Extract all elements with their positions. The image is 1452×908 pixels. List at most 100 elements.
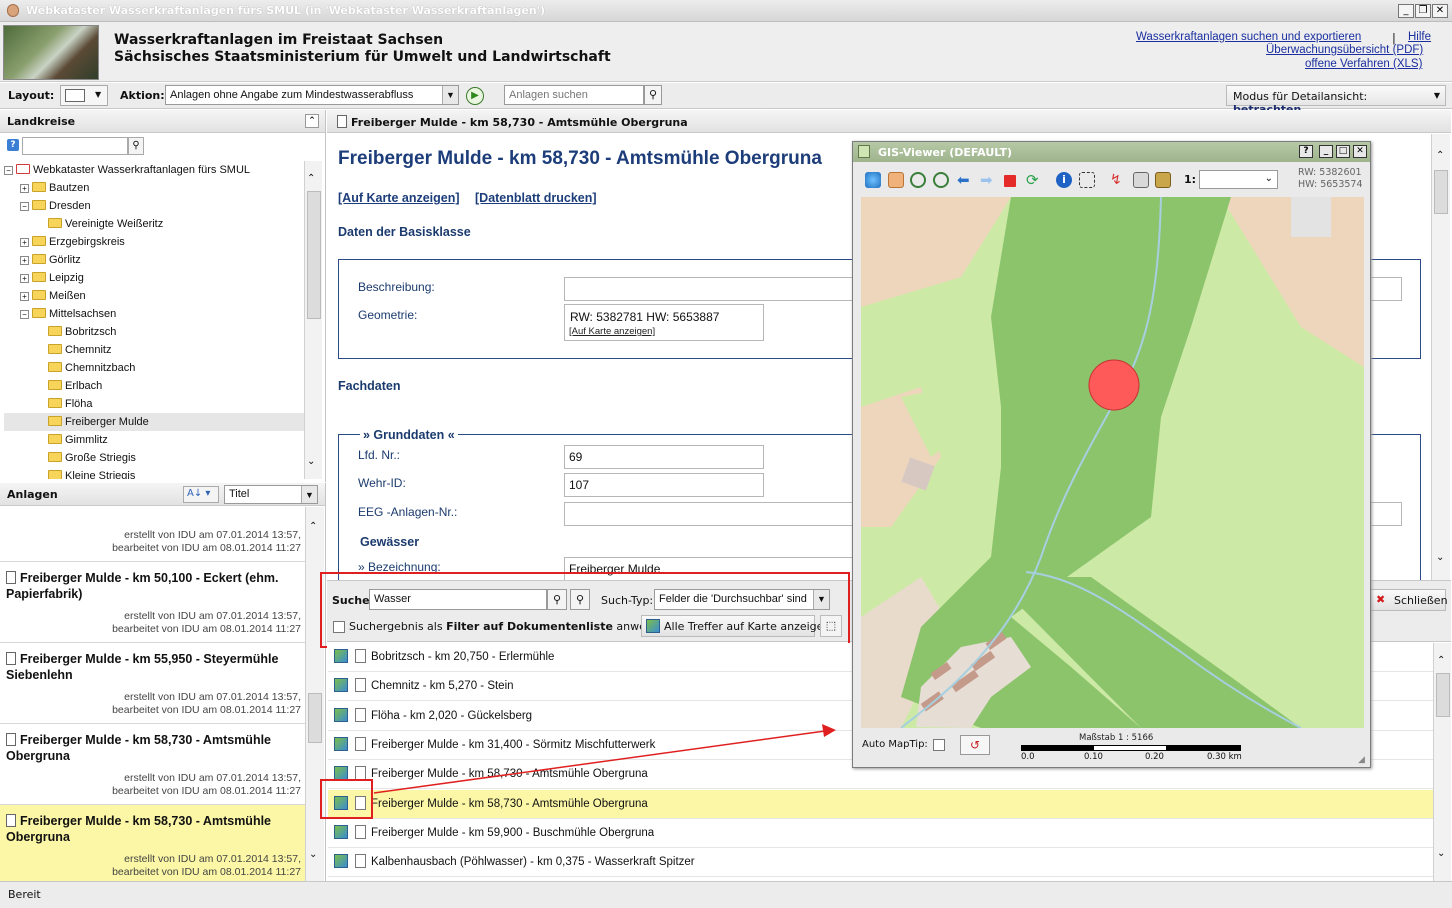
- chevron-down-icon[interactable]: ⌄: [1436, 552, 1444, 563]
- globe-icon[interactable]: [865, 172, 881, 188]
- chevron-up-icon[interactable]: ⌃: [1436, 150, 1444, 161]
- gis-scale-select[interactable]: ⌄: [1199, 170, 1278, 189]
- tree-item[interactable]: Chemnitz: [4, 341, 304, 359]
- chevron-down-icon[interactable]: ⌄: [1437, 848, 1445, 859]
- open-xls-link[interactable]: offene Verfahren (XLS): [1305, 58, 1422, 70]
- layout-selector[interactable]: ▼: [60, 85, 108, 106]
- gis-map-canvas[interactable]: [861, 197, 1364, 728]
- anlage-card[interactable]: Freiberger Mulde - km 50,100 - Eckert (e…: [0, 562, 305, 643]
- print-datasheet-link[interactable]: [Datenblatt drucken]: [475, 191, 597, 205]
- back-arrow-icon[interactable]: ⬅: [957, 172, 973, 188]
- tree-item[interactable]: + Erzgebirgskreis: [4, 233, 304, 251]
- expand-icon[interactable]: +: [20, 292, 29, 301]
- tree-item[interactable]: Freiberger Mulde: [4, 413, 304, 431]
- tree-item[interactable]: + Görlitz: [4, 251, 304, 269]
- search-icon[interactable]: ⚲: [128, 137, 144, 155]
- action-select[interactable]: Anlagen ohne Angabe zum Mindestwasserabf…: [165, 85, 459, 105]
- chevron-up-icon[interactable]: ⌃: [1437, 655, 1445, 666]
- map-icon[interactable]: [334, 649, 348, 663]
- document-icon[interactable]: [355, 854, 366, 869]
- resize-grip-icon[interactable]: ◢: [1358, 755, 1365, 765]
- layers-icon[interactable]: [1155, 172, 1171, 188]
- collapse-up-icon[interactable]: ⌃: [305, 114, 319, 128]
- refresh-icon[interactable]: ⟳: [1026, 172, 1042, 188]
- pan-hand-icon[interactable]: [888, 172, 904, 188]
- scroll-thumb[interactable]: [1436, 673, 1450, 717]
- landkreise-filter-input[interactable]: [22, 137, 128, 155]
- tree-item[interactable]: − Mittelsachsen: [4, 305, 304, 323]
- restore-button[interactable]: ❐: [1415, 4, 1431, 18]
- collapse-icon[interactable]: −: [20, 310, 29, 319]
- overview-pdf-link[interactable]: Überwachungsübersicht (PDF): [1266, 44, 1423, 56]
- scroll-thumb[interactable]: [1434, 170, 1448, 214]
- collapse-icon[interactable]: −: [20, 202, 29, 211]
- info-icon[interactable]: i: [1056, 172, 1072, 188]
- stop-icon[interactable]: [1004, 175, 1016, 187]
- maptip-checkbox[interactable]: [933, 739, 945, 751]
- chevron-up-icon[interactable]: ⌃: [309, 521, 317, 532]
- anlage-card[interactable]: Freiberger Mulde - km 55,950 - Steyermüh…: [0, 643, 305, 724]
- document-icon[interactable]: [355, 824, 366, 839]
- minimize-button[interactable]: _: [1398, 4, 1414, 18]
- mode-selector[interactable]: Modus für Detailansicht: betrachten ▼: [1226, 85, 1446, 116]
- expand-icon[interactable]: +: [20, 184, 29, 193]
- sort-order-icon[interactable]: A↓ ▾: [183, 486, 219, 503]
- document-icon[interactable]: [355, 736, 366, 751]
- measure-icon[interactable]: ↯: [1110, 172, 1126, 188]
- geometrie-map-link[interactable]: [Auf Karte anzeigen]: [569, 326, 655, 337]
- zoom-out-icon[interactable]: [933, 172, 949, 188]
- help-icon[interactable]: ?: [7, 139, 19, 151]
- gis-maximize-button[interactable]: □: [1336, 145, 1350, 158]
- map-icon[interactable]: [334, 678, 348, 693]
- anlage-card[interactable]: erstellt von IDU am 07.01.2014 13:57, bea…: [0, 507, 305, 562]
- scroll-thumb[interactable]: [308, 693, 322, 743]
- collapse-icon[interactable]: −: [4, 166, 13, 175]
- gis-minimize-button[interactable]: _: [1319, 145, 1333, 158]
- map-icon[interactable]: [334, 707, 348, 722]
- select-icon[interactable]: [1079, 172, 1095, 188]
- tree-item[interactable]: Flöha: [4, 395, 304, 413]
- tree-item[interactable]: + Leipzig: [4, 269, 304, 287]
- detail-scrollbar[interactable]: ⌃ ⌄: [1431, 134, 1450, 580]
- tree-item[interactable]: Gimmlitz: [4, 431, 304, 449]
- anlage-card[interactable]: Freiberger Mulde - km 58,730 - Amtsmühle…: [0, 724, 305, 805]
- chevron-down-icon[interactable]: ⌄: [309, 849, 317, 860]
- tree-item[interactable]: − Dresden: [4, 197, 304, 215]
- forward-arrow-icon[interactable]: ➡: [980, 172, 996, 188]
- tree-item[interactable]: Große Striegis: [4, 449, 304, 467]
- wehr-field[interactable]: 107: [564, 473, 764, 497]
- detail-tab[interactable]: Freiberger Mulde - km 58,730 - Amtsmühle…: [327, 110, 1451, 133]
- close-detail-button[interactable]: ✖ Schließen: [1369, 589, 1448, 611]
- tree-item[interactable]: + Meißen: [4, 287, 304, 305]
- run-action-button[interactable]: ▶: [466, 87, 484, 105]
- help-link[interactable]: Hilfe: [1408, 31, 1431, 43]
- tree-item[interactable]: + Bautzen: [4, 179, 304, 197]
- lfd-field[interactable]: 69: [564, 445, 764, 469]
- map-icon[interactable]: [334, 736, 348, 751]
- search-icon[interactable]: ⚲: [644, 85, 662, 105]
- tree-item[interactable]: Kleine Striegis: [4, 467, 304, 479]
- result-row[interactable]: Kalbenhausbach (Pöhlwasser) - km 0,375 -…: [328, 848, 1433, 878]
- map-icon[interactable]: [334, 854, 348, 869]
- print-icon[interactable]: [1133, 172, 1149, 188]
- close-window-button[interactable]: ✕: [1432, 4, 1448, 18]
- tree-item[interactable]: − Webkataster Wasserkraftanlagen fürs SMU…: [4, 161, 304, 179]
- anlage-card[interactable]: Freiberger Mulde - km 58,730 - Amtsmühle…: [0, 805, 305, 881]
- gis-help-button[interactable]: ?: [1299, 145, 1313, 158]
- tree-item[interactable]: Vereinigte Weißeritz: [4, 215, 304, 233]
- search-anlagen-input[interactable]: [504, 85, 644, 105]
- document-icon[interactable]: [355, 649, 366, 663]
- expand-icon[interactable]: +: [20, 238, 29, 247]
- document-icon[interactable]: [355, 707, 366, 722]
- show-on-map-link[interactable]: [Auf Karte anzeigen]: [338, 191, 460, 205]
- document-icon[interactable]: [355, 678, 366, 693]
- result-row[interactable]: Freiberger Mulde - km 59,900 - Buschmühl…: [328, 819, 1433, 848]
- tree-item[interactable]: Chemnitzbach: [4, 359, 304, 377]
- anlagen-scrollbar[interactable]: ⌃ ⌄: [305, 507, 324, 881]
- gis-close-button[interactable]: ✕: [1353, 145, 1367, 158]
- expand-icon[interactable]: +: [20, 256, 29, 265]
- chevron-down-icon[interactable]: ⌄: [307, 456, 315, 467]
- tree-item[interactable]: Bobritzsch: [4, 323, 304, 341]
- chevron-up-icon[interactable]: ⌃: [307, 173, 315, 184]
- scroll-thumb[interactable]: [307, 191, 321, 319]
